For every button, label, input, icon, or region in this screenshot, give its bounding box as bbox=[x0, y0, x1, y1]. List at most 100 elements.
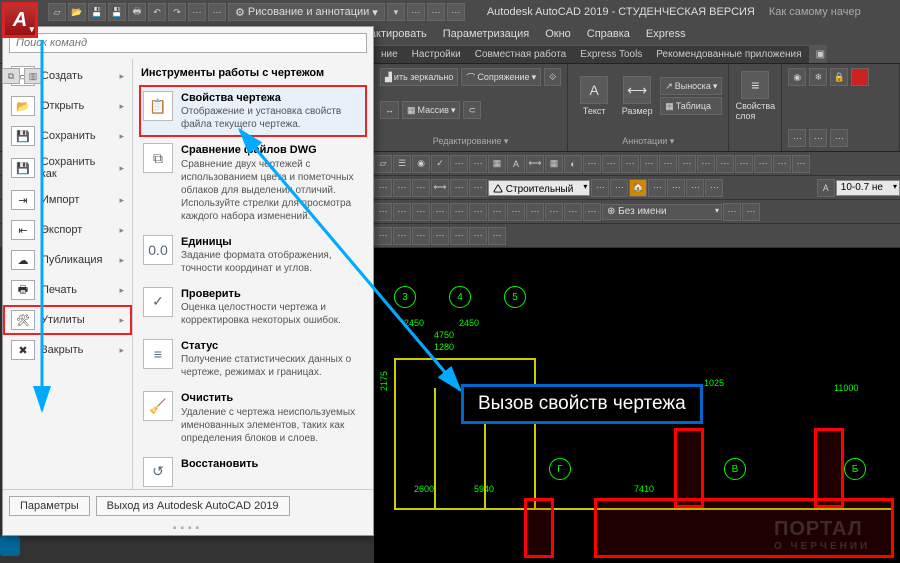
scale-dropdown[interactable]: 10-0.7 не bbox=[836, 180, 900, 196]
tool-icon[interactable]: ◉ bbox=[412, 155, 430, 173]
qat-undo-icon[interactable]: ↶ bbox=[148, 3, 166, 21]
tool-icon[interactable]: ⋯ bbox=[431, 203, 449, 221]
tool-item[interactable]: ≡СтатусПолучение статистических данных о… bbox=[139, 333, 367, 385]
menu-item[interactable]: Справка bbox=[579, 26, 638, 42]
tool-icon[interactable]: ⋯ bbox=[591, 179, 609, 197]
tool-icon[interactable]: ⋯ bbox=[602, 155, 620, 173]
tool-icon[interactable]: ⋯ bbox=[735, 155, 753, 173]
qat-saveas-icon[interactable]: 💾 bbox=[108, 3, 126, 21]
tool-item[interactable]: ✓ПроверитьОценка целостности чертежа и к… bbox=[139, 281, 367, 333]
table-button[interactable]: ▦Таблица bbox=[660, 97, 722, 115]
tool-icon[interactable]: ⋯ bbox=[450, 179, 468, 197]
qat-icon[interactable]: ▾ bbox=[387, 3, 405, 21]
tool-icon[interactable]: ⋯ bbox=[621, 155, 639, 173]
taskbar-icon[interactable] bbox=[0, 536, 20, 556]
menu-item[interactable]: Окно bbox=[537, 26, 579, 42]
tool-icon[interactable]: ⋯ bbox=[526, 203, 544, 221]
tool-icon[interactable]: 🏠 bbox=[629, 179, 647, 197]
layer-icon[interactable]: ⋯ bbox=[788, 129, 806, 147]
appmenu-item-экспорт[interactable]: ⇤Экспорт▸ bbox=[3, 215, 132, 245]
tool-icon[interactable]: ⋯ bbox=[450, 155, 468, 173]
tool-icon[interactable]: ⋯ bbox=[469, 179, 487, 197]
layer-color-icon[interactable] bbox=[851, 68, 869, 86]
panel-title[interactable]: Аннотации ▾ bbox=[574, 134, 722, 147]
tool-item[interactable]: 📋Свойства чертежаОтображение и установка… bbox=[139, 85, 367, 137]
qat-open-icon[interactable]: 📂 bbox=[68, 3, 86, 21]
tool-icon[interactable]: ⋯ bbox=[393, 203, 411, 221]
appmenu-item-импорт[interactable]: ⇥Импорт▸ bbox=[3, 185, 132, 215]
ribbon-tab-extra-icon[interactable]: ▣ bbox=[809, 45, 827, 63]
menu-item[interactable]: Параметризация bbox=[435, 26, 537, 42]
tool-icon[interactable]: ▦ bbox=[488, 155, 506, 173]
tool-icon[interactable]: ⋯ bbox=[412, 203, 430, 221]
tool-icon[interactable]: ⋯ bbox=[659, 155, 677, 173]
tool-icon[interactable]: ⟷ bbox=[526, 155, 544, 173]
tool-item[interactable]: ⧉Сравнение файлов DWGСравнение двух черт… bbox=[139, 137, 367, 228]
qat-icon[interactable]: ⋯ bbox=[407, 3, 425, 21]
tool-icon[interactable]: ⋯ bbox=[374, 179, 392, 197]
rib-button[interactable]: ⊂ bbox=[463, 101, 481, 119]
appmenu-item-открыть[interactable]: 📂Открыть▸ bbox=[3, 91, 132, 121]
tool-item[interactable]: ↺Восстановить bbox=[139, 451, 367, 489]
tool-icon[interactable]: ⋯ bbox=[393, 179, 411, 197]
tool-icon[interactable]: ⋯ bbox=[686, 179, 704, 197]
tool-icon[interactable]: ⋯ bbox=[469, 155, 487, 173]
dimension-button[interactable]: ⟷Размер bbox=[617, 68, 657, 124]
tool-icon[interactable]: ⋯ bbox=[610, 179, 628, 197]
tool-icon[interactable]: A bbox=[817, 179, 835, 197]
qat-icon[interactable]: ⋯ bbox=[427, 3, 445, 21]
tool-icon[interactable]: ⋯ bbox=[469, 203, 487, 221]
tool-icon[interactable]: ⋯ bbox=[507, 203, 525, 221]
tool-icon[interactable]: ⋯ bbox=[545, 203, 563, 221]
qat-icon[interactable]: ⋯ bbox=[188, 3, 206, 21]
text-button[interactable]: AТекст bbox=[574, 68, 614, 124]
ribbon-tab[interactable]: ние bbox=[374, 45, 405, 63]
tool-icon[interactable]: ☰ bbox=[393, 155, 411, 173]
resize-grip[interactable]: ▪▪▪▪ bbox=[3, 522, 373, 535]
appmenu-item-сохранить[interactable]: 💾Сохранить▸ bbox=[3, 121, 132, 151]
layer-icon[interactable]: 🔒 bbox=[830, 68, 848, 86]
tool-icon[interactable]: ▦ bbox=[545, 155, 563, 173]
appmenu-item-печать[interactable]: 🖶Печать▸ bbox=[3, 275, 132, 305]
tool-icon[interactable]: ⋯ bbox=[640, 155, 658, 173]
rib-button[interactable]: ⟐ bbox=[544, 68, 561, 86]
rib-button[interactable]: ↔ bbox=[380, 101, 399, 119]
tool-icon[interactable]: ⋯ bbox=[773, 155, 791, 173]
tool-icon[interactable]: ⋯ bbox=[678, 155, 696, 173]
workspace-dropdown[interactable]: ⚙ Рисование и аннотации ▾ bbox=[228, 3, 385, 21]
tool-icon[interactable]: ⋯ bbox=[583, 203, 601, 221]
tool-icon[interactable]: ⟷ bbox=[431, 179, 449, 197]
tool-icon[interactable]: ⋯ bbox=[716, 155, 734, 173]
mirror-button[interactable]: ▟ить зеркально bbox=[380, 68, 458, 86]
tool-icon[interactable]: ⋯ bbox=[754, 155, 772, 173]
leader-button[interactable]: ↗Выноска▾ bbox=[660, 77, 722, 95]
appmenu-item-публикация[interactable]: ☁Публикация▸ bbox=[3, 245, 132, 275]
tool-icon[interactable]: ✓ bbox=[431, 155, 449, 173]
tool-item[interactable]: 🧹ОчиститьУдаление с чертежа неиспользуем… bbox=[139, 385, 367, 450]
qat-icon[interactable]: ⋯ bbox=[208, 3, 226, 21]
qat-redo-icon[interactable]: ↷ bbox=[168, 3, 186, 21]
layer-icon[interactable]: ❄ bbox=[809, 68, 827, 86]
qat-new-icon[interactable]: ▱ bbox=[48, 3, 66, 21]
recent-docs-icon[interactable]: ⧉ bbox=[2, 68, 20, 84]
tool-icon[interactable]: ⋯ bbox=[667, 179, 685, 197]
tool-icon[interactable]: ⋯ bbox=[450, 203, 468, 221]
tool-icon[interactable]: ⋯ bbox=[723, 203, 741, 221]
tool-icon[interactable]: ⋯ bbox=[742, 203, 760, 221]
ribbon-tab[interactable]: Настройки bbox=[405, 45, 468, 63]
fillet-button[interactable]: ⌒Сопряжение▾ bbox=[461, 68, 541, 86]
layer-icon[interactable]: ⋯ bbox=[809, 129, 827, 147]
application-menu-button[interactable]: A bbox=[2, 2, 38, 38]
tool-icon[interactable]: ◐ bbox=[564, 155, 582, 173]
tool-item[interactable]: 0.0ЕдиницыЗадание формата отображения, т… bbox=[139, 229, 367, 281]
ribbon-tab[interactable]: Рекомендованные приложения bbox=[649, 45, 808, 63]
array-button[interactable]: ▦Массив▾ bbox=[402, 101, 460, 119]
layer-icon[interactable]: ◉ bbox=[788, 68, 806, 86]
tool-icon[interactable]: ⋯ bbox=[450, 227, 468, 245]
tool-icon[interactable]: ⋯ bbox=[705, 179, 723, 197]
tool-icon[interactable]: A bbox=[507, 155, 525, 173]
tool-icon[interactable]: ⋯ bbox=[412, 227, 430, 245]
appmenu-item-сохранить-как[interactable]: 💾Сохранить как▸ bbox=[3, 151, 132, 185]
search-input[interactable] bbox=[9, 33, 367, 53]
exit-button[interactable]: Выход из Autodesk AutoCAD 2019 bbox=[96, 496, 290, 516]
